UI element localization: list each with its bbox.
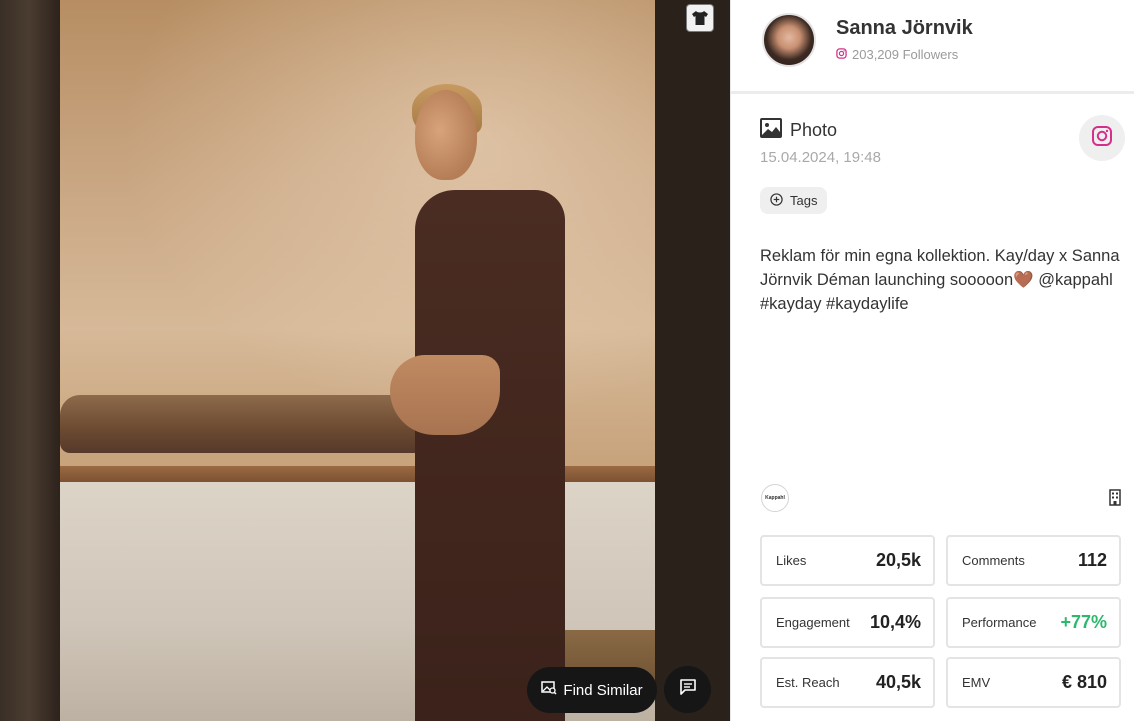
post-type-label: Photo bbox=[790, 120, 838, 140]
tags-label: Tags bbox=[790, 193, 818, 208]
profile-name[interactable]: Sanna Jörnvik bbox=[836, 17, 973, 40]
stat-label: Engagement bbox=[776, 615, 850, 630]
image-icon bbox=[760, 118, 782, 143]
stat-emv: EMV € 810 bbox=[946, 657, 1121, 708]
open-instagram-button[interactable] bbox=[1079, 115, 1125, 161]
brand-logo[interactable]: Kappahl bbox=[761, 484, 789, 512]
media-viewer: Find Similar bbox=[0, 0, 730, 721]
stat-label: Likes bbox=[776, 553, 807, 568]
find-similar-button[interactable]: Find Similar bbox=[527, 667, 657, 713]
instagram-icon bbox=[1091, 125, 1113, 152]
post-type: Photo bbox=[760, 118, 837, 143]
stat-likes: Likes 20,5k bbox=[760, 535, 935, 586]
post-date: 15.04.2024, 19:48 bbox=[760, 149, 881, 166]
stat-comments: Comments 112 bbox=[946, 535, 1121, 586]
stat-value: +77% bbox=[1060, 612, 1107, 632]
followers-label: 203,209 Followers bbox=[852, 47, 959, 62]
avatar[interactable] bbox=[762, 13, 816, 67]
plus-circle-icon bbox=[770, 192, 783, 209]
stat-est-reach: Est. Reach 40,5k bbox=[760, 657, 935, 708]
tags-button[interactable]: Tags bbox=[760, 187, 828, 214]
stat-value: € 810 bbox=[1061, 672, 1107, 692]
image-search-icon bbox=[541, 681, 557, 699]
brand-logo-text: Kappahl bbox=[765, 495, 785, 501]
comment-button[interactable] bbox=[664, 666, 711, 713]
post-caption: Reklam för min egna kollektion. Kay/day … bbox=[760, 247, 1120, 313]
stat-label: Est. Reach bbox=[776, 675, 840, 690]
find-similar-label: Find Similar bbox=[563, 681, 643, 699]
followers-count: 203,209 Followers bbox=[836, 47, 958, 62]
stat-value: 10,4% bbox=[869, 612, 921, 632]
stat-value: 40,5k bbox=[875, 672, 921, 692]
comment-icon bbox=[679, 678, 697, 701]
instagram-icon bbox=[836, 47, 847, 62]
stat-label: Comments bbox=[962, 553, 1025, 568]
stat-engagement: Engagement 10,4% bbox=[760, 597, 935, 648]
stat-label: Performance bbox=[962, 615, 1037, 630]
stat-performance: Performance +77% bbox=[946, 597, 1121, 648]
post-details-panel: Sanna Jörnvik 203,209 Followers Photo 15… bbox=[730, 0, 1134, 721]
building-icon bbox=[1109, 489, 1123, 507]
stat-value: 20,5k bbox=[875, 550, 921, 570]
stat-value: 112 bbox=[1077, 550, 1107, 570]
tshirt-icon[interactable] bbox=[686, 4, 714, 32]
post-photo bbox=[60, 0, 655, 721]
stat-label: EMV bbox=[962, 675, 991, 690]
profile-header: Sanna Jörnvik 203,209 Followers bbox=[731, 0, 1134, 94]
